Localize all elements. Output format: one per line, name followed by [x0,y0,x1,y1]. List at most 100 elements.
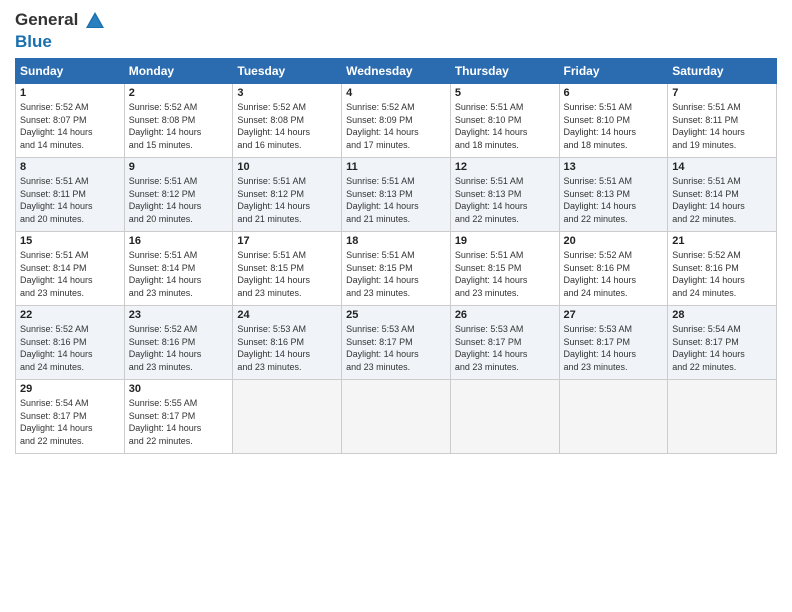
day-info: Sunrise: 5:51 AM Sunset: 8:10 PM Dayligh… [455,101,555,151]
calendar-cell: 20 Sunrise: 5:52 AM Sunset: 8:16 PM Dayli… [559,232,668,306]
logo-blue: Blue [15,32,52,51]
calendar-cell: 6Sunrise: 5:51 AM Sunset: 8:10 PM Daylig… [559,84,668,158]
calendar-cell [450,380,559,454]
calendar-week-5: 29Sunrise: 5:54 AM Sunset: 8:17 PM Dayli… [16,380,777,454]
day-info: Sunrise: 5:51 AM Sunset: 8:15 PM Dayligh… [455,249,555,299]
day-number: 10 [237,161,337,173]
calendar-cell: 16 Sunrise: 5:51 AM Sunset: 8:14 PM Dayli… [124,232,233,306]
calendar-cell [668,380,777,454]
day-number: 17 [237,235,337,247]
calendar-table: Sunday Monday Tuesday Wednesday Thursday… [15,58,777,454]
day-number: 9 [129,161,229,173]
day-info: Sunrise: 5:53 AM Sunset: 8:16 PM Dayligh… [237,323,337,373]
day-info: Sunrise: 5:53 AM Sunset: 8:17 PM Dayligh… [455,323,555,373]
calendar-cell: 22 Sunrise: 5:52 AM Sunset: 8:16 PM Dayli… [16,306,125,380]
logo-icon [84,10,106,32]
calendar-cell: 8 Sunrise: 5:51 AM Sunset: 8:11 PM Daylig… [16,158,125,232]
calendar-cell: 17 Sunrise: 5:51 AM Sunset: 8:15 PM Dayli… [233,232,342,306]
day-info: Sunrise: 5:51 AM Sunset: 8:13 PM Dayligh… [346,175,446,225]
day-number: 21 [672,235,772,247]
calendar-cell: 10 Sunrise: 5:51 AM Sunset: 8:12 PM Dayli… [233,158,342,232]
col-monday: Monday [124,59,233,84]
calendar-cell: 28Sunrise: 5:54 AM Sunset: 8:17 PM Dayli… [668,306,777,380]
calendar-cell: 4 Sunrise: 5:52 AM Sunset: 8:09 PM Daylig… [342,84,451,158]
day-info: Sunrise: 5:51 AM Sunset: 8:12 PM Dayligh… [129,175,229,225]
day-info: Sunrise: 5:54 AM Sunset: 8:17 PM Dayligh… [20,397,120,447]
calendar-cell: 13 Sunrise: 5:51 AM Sunset: 8:13 PM Dayli… [559,158,668,232]
day-info: Sunrise: 5:52 AM Sunset: 8:09 PM Dayligh… [346,101,446,151]
calendar-cell: 26 Sunrise: 5:53 AM Sunset: 8:17 PM Dayli… [450,306,559,380]
day-number: 28 [672,309,772,321]
logo: General Blue [15,10,107,52]
logo-general: General [15,10,78,29]
day-number: 24 [237,309,337,321]
day-number: 15 [20,235,120,247]
calendar-cell: 19 Sunrise: 5:51 AM Sunset: 8:15 PM Dayli… [450,232,559,306]
day-number: 4 [346,87,446,99]
day-info: Sunrise: 5:52 AM Sunset: 8:08 PM Dayligh… [129,101,229,151]
day-number: 13 [564,161,664,173]
day-number: 22 [20,309,120,321]
calendar-week-3: 15 Sunrise: 5:51 AM Sunset: 8:14 PM Dayli… [16,232,777,306]
calendar-cell: 29Sunrise: 5:54 AM Sunset: 8:17 PM Dayli… [16,380,125,454]
calendar-cell: 23 Sunrise: 5:52 AM Sunset: 8:16 PM Dayli… [124,306,233,380]
day-number: 12 [455,161,555,173]
header: General Blue [15,10,777,52]
day-number: 6 [564,87,664,99]
day-number: 20 [564,235,664,247]
calendar-cell: 25Sunrise: 5:53 AM Sunset: 8:17 PM Dayli… [342,306,451,380]
day-number: 18 [346,235,446,247]
day-number: 8 [20,161,120,173]
day-number: 16 [129,235,229,247]
calendar-week-2: 8 Sunrise: 5:51 AM Sunset: 8:11 PM Daylig… [16,158,777,232]
calendar-cell: 27Sunrise: 5:53 AM Sunset: 8:17 PM Dayli… [559,306,668,380]
day-info: Sunrise: 5:51 AM Sunset: 8:14 PM Dayligh… [20,249,120,299]
col-friday: Friday [559,59,668,84]
day-number: 19 [455,235,555,247]
calendar-cell: 2Sunrise: 5:52 AM Sunset: 8:08 PM Daylig… [124,84,233,158]
day-info: Sunrise: 5:51 AM Sunset: 8:13 PM Dayligh… [564,175,664,225]
day-info: Sunrise: 5:52 AM Sunset: 8:08 PM Dayligh… [237,101,337,151]
day-number: 1 [20,87,120,99]
day-number: 30 [129,383,229,395]
header-row: Sunday Monday Tuesday Wednesday Thursday… [16,59,777,84]
day-info: Sunrise: 5:51 AM Sunset: 8:14 PM Dayligh… [129,249,229,299]
day-info: Sunrise: 5:52 AM Sunset: 8:16 PM Dayligh… [129,323,229,373]
col-tuesday: Tuesday [233,59,342,84]
calendar-cell: 24 Sunrise: 5:53 AM Sunset: 8:16 PM Dayli… [233,306,342,380]
day-info: Sunrise: 5:51 AM Sunset: 8:11 PM Dayligh… [672,101,772,151]
day-number: 5 [455,87,555,99]
day-info: Sunrise: 5:52 AM Sunset: 8:07 PM Dayligh… [20,101,120,151]
calendar-week-4: 22 Sunrise: 5:52 AM Sunset: 8:16 PM Dayli… [16,306,777,380]
day-info: Sunrise: 5:52 AM Sunset: 8:16 PM Dayligh… [672,249,772,299]
col-sunday: Sunday [16,59,125,84]
day-info: Sunrise: 5:51 AM Sunset: 8:13 PM Dayligh… [455,175,555,225]
day-info: Sunrise: 5:51 AM Sunset: 8:11 PM Dayligh… [20,175,120,225]
logo-text: General Blue [15,10,107,52]
day-number: 25 [346,309,446,321]
calendar-cell: 15 Sunrise: 5:51 AM Sunset: 8:14 PM Dayli… [16,232,125,306]
day-number: 14 [672,161,772,173]
col-thursday: Thursday [450,59,559,84]
day-number: 11 [346,161,446,173]
calendar-cell [233,380,342,454]
calendar-cell: 30 Sunrise: 5:55 AM Sunset: 8:17 PM Dayli… [124,380,233,454]
day-number: 7 [672,87,772,99]
day-number: 26 [455,309,555,321]
calendar-cell: 9 Sunrise: 5:51 AM Sunset: 8:12 PM Daylig… [124,158,233,232]
calendar-cell: 3Sunrise: 5:52 AM Sunset: 8:08 PM Daylig… [233,84,342,158]
calendar-week-1: 1 Sunrise: 5:52 AM Sunset: 8:07 PM Daylig… [16,84,777,158]
day-info: Sunrise: 5:51 AM Sunset: 8:15 PM Dayligh… [237,249,337,299]
calendar-cell: 18 Sunrise: 5:51 AM Sunset: 8:15 PM Dayli… [342,232,451,306]
day-info: Sunrise: 5:51 AM Sunset: 8:15 PM Dayligh… [346,249,446,299]
day-info: Sunrise: 5:55 AM Sunset: 8:17 PM Dayligh… [129,397,229,447]
calendar-cell: 12 Sunrise: 5:51 AM Sunset: 8:13 PM Dayli… [450,158,559,232]
day-info: Sunrise: 5:51 AM Sunset: 8:14 PM Dayligh… [672,175,772,225]
calendar-cell: 5 Sunrise: 5:51 AM Sunset: 8:10 PM Daylig… [450,84,559,158]
col-saturday: Saturday [668,59,777,84]
calendar-cell [559,380,668,454]
day-info: Sunrise: 5:52 AM Sunset: 8:16 PM Dayligh… [564,249,664,299]
day-info: Sunrise: 5:52 AM Sunset: 8:16 PM Dayligh… [20,323,120,373]
day-number: 23 [129,309,229,321]
day-info: Sunrise: 5:51 AM Sunset: 8:12 PM Dayligh… [237,175,337,225]
